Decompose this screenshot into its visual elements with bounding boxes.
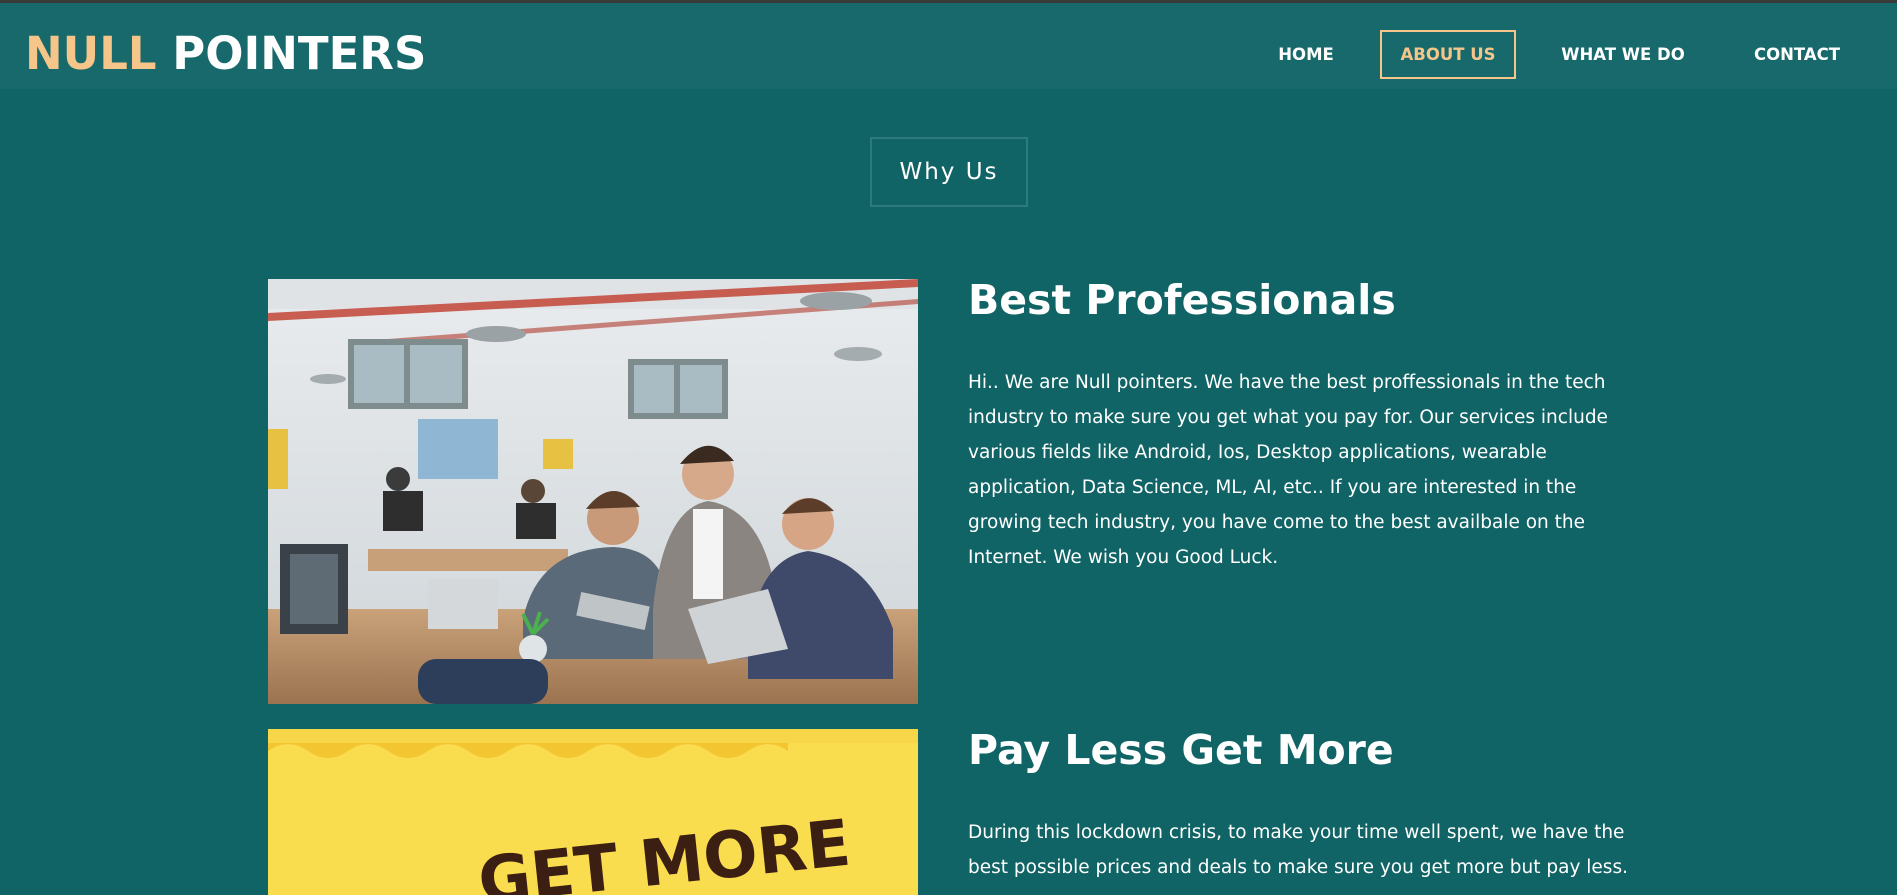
feature-heading-best-professionals: Best Professionals xyxy=(968,276,1396,324)
nav-home[interactable]: HOME xyxy=(1263,30,1349,79)
section-title-why-us: Why Us xyxy=(870,137,1028,207)
get-more-pay-less-banner: GET MORE xyxy=(268,729,918,895)
nav-about-us[interactable]: ABOUT US xyxy=(1380,30,1516,79)
office-team-photo xyxy=(268,279,918,704)
nav-what-we-do[interactable]: WHAT WE DO xyxy=(1553,30,1693,79)
feature-text-pay-less: During this lockdown crisis, to make you… xyxy=(968,822,1628,878)
brand-logo-part1: NULL xyxy=(25,27,157,80)
navbar: NULL POINTERS HOME ABOUT US WHAT WE DO C… xyxy=(0,3,1897,89)
brand-logo-part2: POINTERS xyxy=(172,27,427,80)
feature-text-best-professionals: Hi.. We are Null pointers. We have the b… xyxy=(968,372,1608,568)
nav-contact[interactable]: CONTACT xyxy=(1741,30,1853,79)
brand-logo[interactable]: NULL POINTERS xyxy=(25,29,426,79)
feature-heading-pay-less: Pay Less Get More xyxy=(968,726,1394,774)
